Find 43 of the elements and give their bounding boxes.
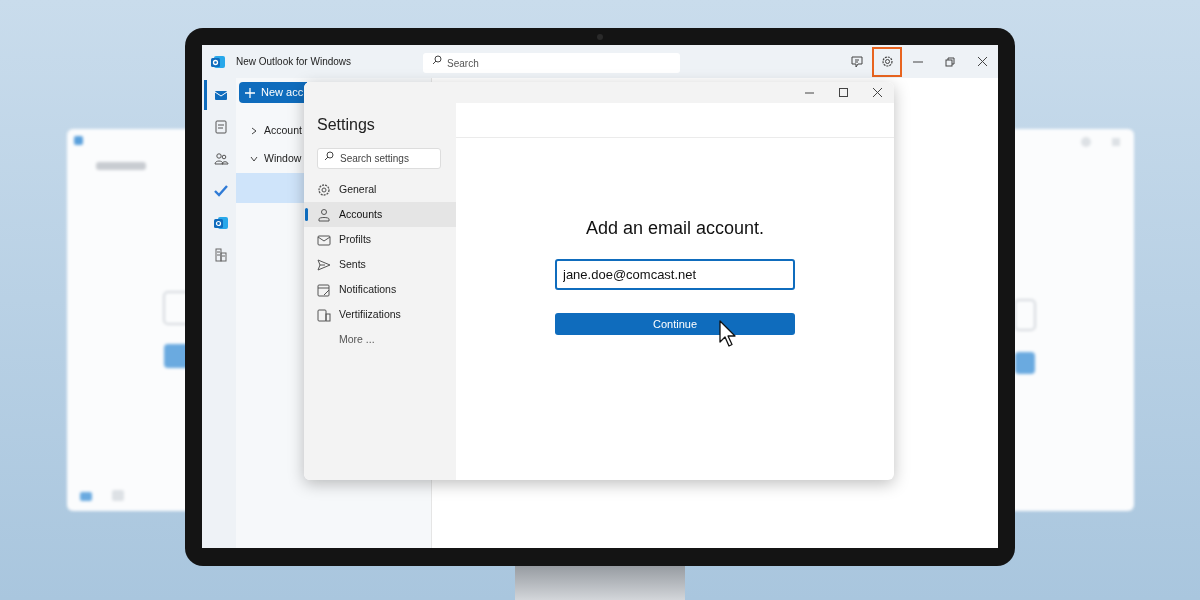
search-icon [432,54,443,65]
search-field[interactable]: Search [423,53,681,73]
settings-button[interactable] [872,46,902,77]
device-icon [317,307,331,322]
selected-folder-row[interactable] [236,172,304,203]
dialog-heading: Add an email account. [585,217,765,240]
close-icon [872,88,882,97]
settings-nav-item[interactable]: Sents [304,252,456,277]
checkmark-icon [212,183,229,199]
settings-icon [880,55,894,68]
settings-title: Settings [316,115,376,135]
send-icon [317,257,331,272]
email-field[interactable]: jane.doe@comcast.net [555,259,795,290]
settings-nav-item[interactable]: Profilts [304,227,456,252]
settings-nav-item[interactable]: More ... [304,327,456,352]
building-icon [212,247,229,263]
search-icon [324,151,334,161]
person-icon [317,207,331,222]
settings-search-field[interactable]: Search settings [317,148,441,169]
settings-nav-item[interactable]: General [304,177,456,202]
gear-icon [317,182,331,197]
maximize-icon [838,88,848,97]
new-button[interactable]: New acc [239,82,308,103]
notes-icon [212,119,229,135]
outlook-icon [212,215,229,231]
settings-nav-item[interactable]: Notifications [304,277,456,302]
settings-nav-item[interactable]: Accounts [304,202,456,227]
settings-nav-item[interactable]: Vertifiizations [304,302,456,327]
close-icon [977,57,987,66]
folder-item[interactable]: Window [264,150,302,167]
plus-icon [245,87,255,98]
people-icon [212,151,229,167]
feedback-icon [851,55,863,68]
restore-icon [945,56,955,67]
folder-item[interactable]: Account [264,123,302,139]
mail-icon [317,232,331,247]
minimize-icon [804,91,814,94]
window-title: New Outlook for Windows [236,55,352,69]
outlook-logo-icon [210,53,226,70]
selection-indicator [305,208,308,221]
minimize-icon [913,60,923,63]
note-icon [317,282,331,297]
continue-button[interactable]: Continue [555,313,795,335]
